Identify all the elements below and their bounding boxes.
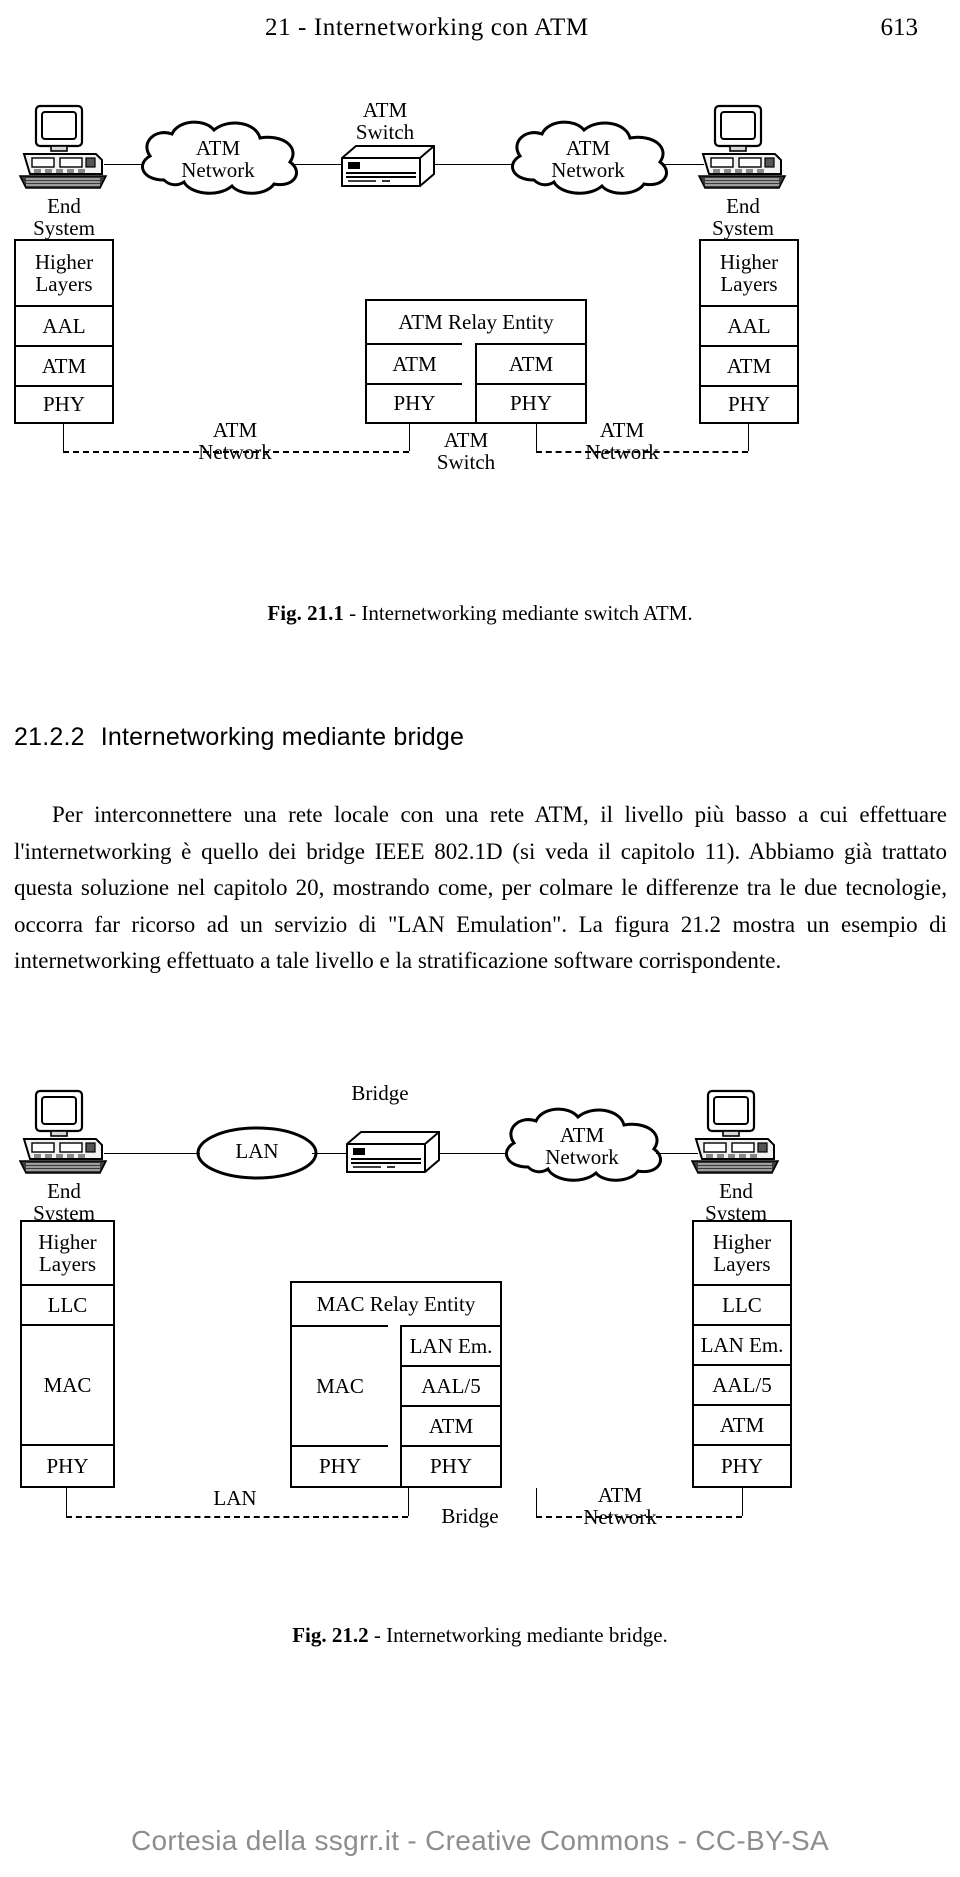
stack-cell: Higher Layers <box>38 1229 97 1276</box>
page-number: 613 <box>880 14 919 41</box>
link-line <box>434 164 514 165</box>
protocol-stack-right: Higher Layers LLC LAN Em. AAL/5 ATM PHY <box>692 1220 792 1488</box>
stack-cell: PHY <box>367 383 462 422</box>
stack-cell: PHY <box>701 385 797 422</box>
stack-cell: ATM <box>400 1405 500 1445</box>
lan-ellipse: LAN <box>195 1125 319 1181</box>
stack-cell: PHY <box>400 1445 500 1486</box>
stack-cell: PHY <box>475 383 585 422</box>
medium-drop-line <box>66 1488 67 1516</box>
figure-1-caption-dash: - <box>349 601 357 625</box>
workstation-icon <box>18 1089 110 1175</box>
stack-cell: Higher Layers <box>712 1229 772 1276</box>
protocol-stack-relay: ATM Relay Entity ATM PHY ATM PHY <box>365 299 587 424</box>
protocol-stack-left: Higher Layers LLC MAC PHY <box>20 1220 115 1488</box>
stack-cell: ATM <box>367 343 462 383</box>
relay-entity-header: MAC Relay Entity <box>316 1291 476 1316</box>
stack-cell: ATM <box>16 345 112 385</box>
stack-cell: LLC <box>694 1284 790 1324</box>
medium-drop-line <box>408 1488 409 1516</box>
stack-cell: ATM <box>475 343 585 383</box>
atm-network-cloud-label: ATM Network <box>545 1123 619 1170</box>
medium-label-right: ATM Network <box>583 1483 657 1529</box>
stack-cell: AAL <box>701 305 797 345</box>
link-line <box>438 1153 508 1154</box>
medium-label-center: ATM Switch <box>436 428 496 474</box>
atm-network-cloud-right: ATM Network <box>498 118 678 196</box>
stack-cell: PHY <box>292 1445 388 1486</box>
medium-label-right: ATM Network <box>585 418 659 464</box>
section-title: Internetworking mediante bridge <box>100 723 465 751</box>
atm-network-cloud-left: ATM Network <box>128 118 308 196</box>
figure-2-caption-dash: - <box>373 1623 381 1647</box>
protocol-stack-left: Higher Layers AAL ATM PHY <box>14 239 114 424</box>
figure-2-caption-label: Fig. 21.2 <box>292 1623 369 1647</box>
protocol-stack-relay: MAC Relay Entity MAC PHY LAN Em. AAL/5 A… <box>290 1281 502 1488</box>
stack-cell: AAL/5 <box>694 1364 790 1404</box>
stack-cell: LAN Em. <box>694 1324 790 1364</box>
section-number: 21.2.2 <box>14 723 85 751</box>
figure2-right-device-label: End System <box>705 1179 767 1225</box>
figure-1: End System ATM Network ATM Switch ATM Ne… <box>0 96 960 566</box>
bridge-icon <box>345 1130 441 1176</box>
medium-drop-line <box>748 424 749 451</box>
bridge-label: Bridge <box>351 1081 409 1105</box>
figure-2-caption: Fig. 21.2 - Internetworking mediante bri… <box>0 1623 960 1648</box>
figure-1-caption-label: Fig. 21.1 <box>267 601 344 625</box>
medium-label-left: ATM Network <box>198 418 272 464</box>
body-paragraph: Per interconnettere una rete locale con … <box>14 802 947 973</box>
workstation-icon <box>18 104 110 190</box>
footer-credit: Cortesia della ssgrr.it - Creative Commo… <box>131 1825 829 1856</box>
atm-switch-label: ATM Switch <box>355 98 415 144</box>
lan-ellipse-label: LAN <box>235 1139 279 1163</box>
figure2-left-device-label: End System <box>33 1179 95 1225</box>
figure-1-caption: Fig. 21.1 - Internetworking mediante swi… <box>0 601 960 626</box>
link-line <box>292 164 342 165</box>
stack-cell: ATM <box>694 1404 790 1444</box>
stack-cell: AAL <box>16 305 112 345</box>
stack-cell: AAL/5 <box>400 1365 500 1405</box>
link-line <box>312 1153 348 1154</box>
figure-1-caption-text: Internetworking mediante switch ATM. <box>361 601 693 625</box>
atm-switch-icon <box>340 144 436 190</box>
stack-cell: PHY <box>22 1444 113 1486</box>
stack-cell: Higher Layers <box>34 249 94 296</box>
stack-cell: PHY <box>16 385 112 422</box>
link-line <box>662 164 704 165</box>
running-head: 21 - Internetworking con ATM 613 <box>0 14 960 48</box>
figure-2: End System LAN Bridge ATM Network End Sy… <box>0 1081 960 1615</box>
relay-entity-header: ATM Relay Entity <box>398 309 554 334</box>
figure-2-caption-text: Internetworking mediante bridge. <box>386 1623 668 1647</box>
link-line <box>656 1153 698 1154</box>
stack-cell: Higher Layers <box>719 249 779 296</box>
link-line <box>104 164 144 165</box>
atm-network-cloud: ATM Network <box>492 1105 672 1183</box>
workstation-icon <box>690 1089 782 1175</box>
atm-network-cloud-right-label: ATM Network <box>551 136 625 183</box>
stack-cell: MAC <box>22 1324 113 1444</box>
stack-cell: MAC <box>292 1325 388 1445</box>
protocol-stack-right: Higher Layers AAL ATM PHY <box>699 239 799 424</box>
figure1-right-device-label: End System <box>712 194 774 240</box>
stack-cell: LLC <box>22 1284 113 1324</box>
medium-drop-line <box>742 1488 743 1516</box>
medium-label-left: LAN <box>213 1486 257 1510</box>
link-line <box>104 1153 200 1154</box>
medium-dashed-line <box>66 1516 408 1518</box>
workstation-icon <box>697 104 789 190</box>
medium-label-center: Bridge <box>441 1504 499 1528</box>
page-title: 21 - Internetworking con ATM <box>265 14 589 41</box>
medium-drop-line <box>63 424 64 451</box>
figure1-left-device-label: End System <box>33 194 95 240</box>
section-heading: 21.2.2 Internetworking mediante bridge <box>14 723 464 752</box>
stack-cell: PHY <box>694 1444 790 1486</box>
stack-cell: LAN Em. <box>400 1325 500 1365</box>
atm-network-cloud-left-label: ATM Network <box>181 136 255 183</box>
stack-cell: ATM <box>701 345 797 385</box>
